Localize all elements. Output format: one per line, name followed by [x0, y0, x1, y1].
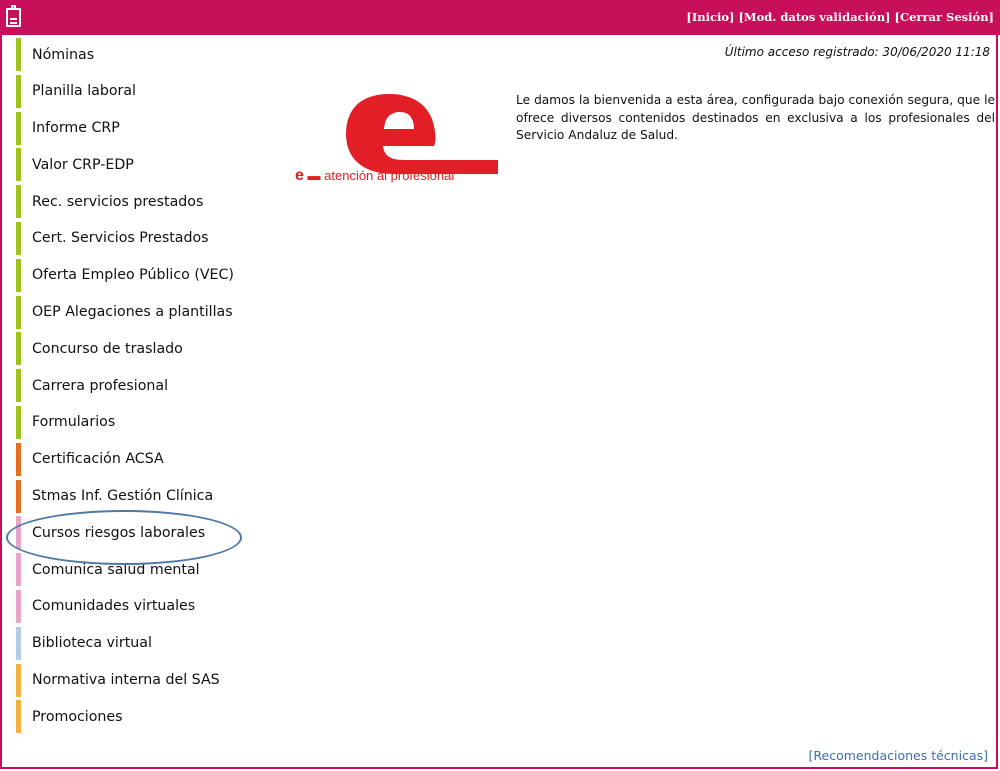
clipboard-icon[interactable] [6, 5, 21, 27]
menu-color-bar [16, 38, 21, 71]
menu-item-label: Formularios [32, 414, 116, 431]
top-bar: [Inicio] [Mod. datos validación] [Cerrar S… [0, 0, 1000, 35]
menu-item-rec-servicios[interactable]: Rec. servicios prestados [16, 185, 261, 219]
menu-color-bar [16, 589, 21, 623]
menu-color-bar [16, 553, 21, 587]
menu-color-bar [16, 332, 21, 366]
menu-item-formularios[interactable]: Formularios [16, 405, 261, 439]
menu-color-bar [16, 185, 21, 219]
menu-item-cert-servicios[interactable]: Cert. Servicios Prestados [16, 221, 261, 255]
menu-item-promociones[interactable]: Promociones [16, 700, 261, 734]
menu-item-label: Comunica salud mental [32, 561, 200, 578]
last-access-text: Último acceso registrado: 30/06/2020 11:… [724, 45, 990, 59]
menu-item-label: Cert. Servicios Prestados [32, 230, 209, 247]
menu-color-bar [16, 442, 21, 476]
side-menu: Nóminas Planilla laboral Informe CRP Val… [16, 38, 261, 737]
menu-color-bar [16, 295, 21, 329]
menu-color-bar [16, 516, 21, 550]
technical-recommendations-link[interactable]: [Recomendaciones técnicas] [809, 748, 988, 763]
menu-item-label: Oferta Empleo Público (VEC) [32, 267, 234, 284]
menu-item-comunidades-virtuales[interactable]: Comunidades virtuales [16, 589, 261, 623]
menu-color-bar [16, 405, 21, 439]
menu-item-label: Valor CRP-EDP [32, 156, 134, 173]
menu-item-label: OEP Alegaciones a plantillas [32, 304, 233, 321]
menu-item-valor-crp-edp[interactable]: Valor CRP-EDP [16, 148, 261, 182]
menu-item-label: Biblioteca virtual [32, 635, 152, 652]
menu-item-label: Carrera profesional [32, 377, 169, 394]
menu-color-bar [16, 221, 21, 255]
menu-item-cursos-riesgos[interactable]: Cursos riesgos laborales [16, 516, 261, 550]
menu-item-label: Certificación ACSA [32, 451, 164, 468]
menu-item-certificacion-acsa[interactable]: Certificación ACSA [16, 442, 261, 476]
modify-validation-data-link[interactable]: [Mod. datos validación] [738, 10, 890, 24]
menu-color-bar [16, 369, 21, 403]
menu-item-label: Stmas Inf. Gestión Clínica [32, 488, 214, 505]
menu-item-label: Comunidades virtuales [32, 598, 196, 615]
menu-item-label: Informe CRP [32, 120, 120, 137]
menu-color-bar [16, 258, 21, 292]
menu-color-bar [16, 111, 21, 145]
logo-letter: e [295, 167, 304, 184]
menu-item-label: Normativa interna del SAS [32, 672, 220, 689]
home-link[interactable]: [Inicio] [686, 10, 734, 24]
menu-color-bar [16, 626, 21, 660]
menu-item-biblioteca-virtual[interactable]: Biblioteca virtual [16, 626, 261, 660]
menu-item-label: Promociones [32, 708, 123, 725]
logout-link[interactable]: [Cerrar Sesión] [895, 10, 994, 24]
menu-item-comunica-salud-mental[interactable]: Comunica salud mental [16, 553, 261, 587]
menu-item-informe-crp[interactable]: Informe CRP [16, 111, 261, 145]
top-nav: [Inicio] [Mod. datos validación] [Cerrar S… [686, 10, 994, 26]
menu-item-concurso-traslado[interactable]: Concurso de traslado [16, 332, 261, 366]
menu-item-planilla-laboral[interactable]: Planilla laboral [16, 74, 261, 108]
menu-item-stmas-gestion-clinica[interactable]: Stmas Inf. Gestión Clínica [16, 479, 261, 513]
menu-item-label: Planilla laboral [32, 83, 137, 100]
logo-tagline: e ▬ atención al profesional [295, 167, 455, 184]
menu-item-label: Cursos riesgos laborales [32, 524, 206, 541]
menu-color-bar [16, 148, 21, 182]
menu-item-label: Nóminas [32, 46, 95, 63]
menu-item-label: Rec. servicios prestados [32, 193, 204, 210]
menu-item-normativa-interna[interactable]: Normativa interna del SAS [16, 663, 261, 697]
menu-item-label: Concurso de traslado [32, 340, 183, 357]
menu-item-oep-alegaciones[interactable]: OEP Alegaciones a plantillas [16, 295, 261, 329]
welcome-text: Le damos la bienvenida a esta área, conf… [516, 93, 995, 142]
menu-color-bar [16, 479, 21, 513]
menu-color-bar [16, 74, 21, 108]
menu-item-nominas[interactable]: Nóminas [16, 38, 261, 71]
menu-color-bar [16, 663, 21, 697]
menu-item-oferta-empleo[interactable]: Oferta Empleo Público (VEC) [16, 258, 261, 292]
menu-item-carrera-profesional[interactable]: Carrera profesional [16, 369, 261, 403]
menu-color-bar [16, 700, 21, 734]
logo-tagline-text: atención al profesional [324, 168, 455, 183]
